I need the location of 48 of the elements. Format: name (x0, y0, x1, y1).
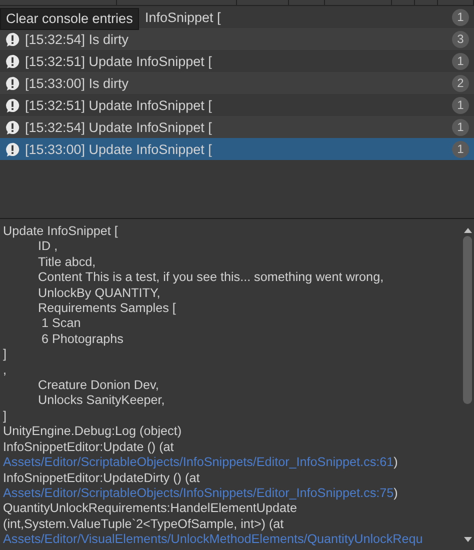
tooltip: Clear console entries (0, 8, 139, 30)
log-text: 6 Photographs (40, 332, 124, 348)
log-text: Title abcd, (37, 254, 97, 270)
info-icon (5, 120, 20, 134)
log-text: ] (3, 408, 8, 424)
log-message: [15:32:51] Update InfoSnippet [ (25, 54, 213, 68)
count-badge: 1 (452, 52, 469, 70)
log-message: [15:32:51] Update InfoSnippet [ (25, 98, 213, 112)
log-message: InfoSnippet [ (145, 10, 222, 24)
count-badge: 1 (452, 96, 469, 114)
count-badge: 1 (452, 118, 469, 136)
log-text: ] (3, 347, 8, 363)
log-text: ) (394, 486, 398, 500)
log-text: Content This is a test, if you see this... something went wrong, (37, 270, 385, 286)
log-text: InfoSnippetEditor:UpdateDirty () (at (3, 470, 201, 486)
info-icon (5, 32, 20, 46)
log-entry[interactable]: [15:32:54] Update InfoSnippet [ 1 (0, 116, 474, 138)
log-entry[interactable]: [15:32:54] Is dirty 3 (0, 28, 474, 50)
log-text: ) (394, 455, 398, 470)
count-badge: 1 (452, 140, 469, 158)
log-text: Requirements Samples [ (37, 301, 177, 316)
log-text: ID , (37, 239, 59, 255)
log-message: [15:32:54] Update InfoSnippet [ (25, 120, 213, 134)
log-text: Update InfoSnippet [ (3, 224, 119, 240)
log-text: , (3, 362, 8, 378)
info-icon (5, 98, 20, 112)
info-icon (5, 54, 20, 68)
log-text: Creature Donion Dev, (37, 378, 160, 394)
count-badge: 1 (452, 8, 469, 26)
log-entry[interactable]: [15:33:00] Is dirty 2 (0, 72, 474, 94)
log-text: UnityEngine.Debug:Log (object) (3, 424, 183, 440)
log-entry[interactable]: [15:33:00] Update InfoSnippet [ 1 (0, 138, 474, 160)
count-badge: 2 (452, 74, 469, 92)
info-icon (5, 76, 20, 90)
scroll-up-icon[interactable] (464, 228, 472, 233)
log-text: UnlockBy QUANTITY, (37, 286, 162, 302)
log-text: 1 Scan (40, 316, 82, 332)
log-text: InfoSnippetEditor:Update () (at (3, 440, 175, 456)
log-message: [15:32:54] Is dirty (25, 32, 130, 46)
log-text: Unlocks SanityKeeper, (37, 393, 166, 409)
scroll-down-icon[interactable] (464, 537, 472, 542)
info-icon (5, 142, 20, 156)
scrollbar-thumb[interactable] (463, 236, 472, 404)
count-badge: 3 (452, 30, 469, 48)
log-message: [15:33:00] Is dirty (25, 76, 130, 90)
log-message: [15:33:00] Update InfoSnippet [ (25, 142, 213, 156)
log-text: QuantityUnlockRequirements:HandelElementUpdate (3, 501, 298, 517)
log-text: (int,System.ValueTuple`2<TypeOfSample, int>) (at (3, 516, 285, 532)
